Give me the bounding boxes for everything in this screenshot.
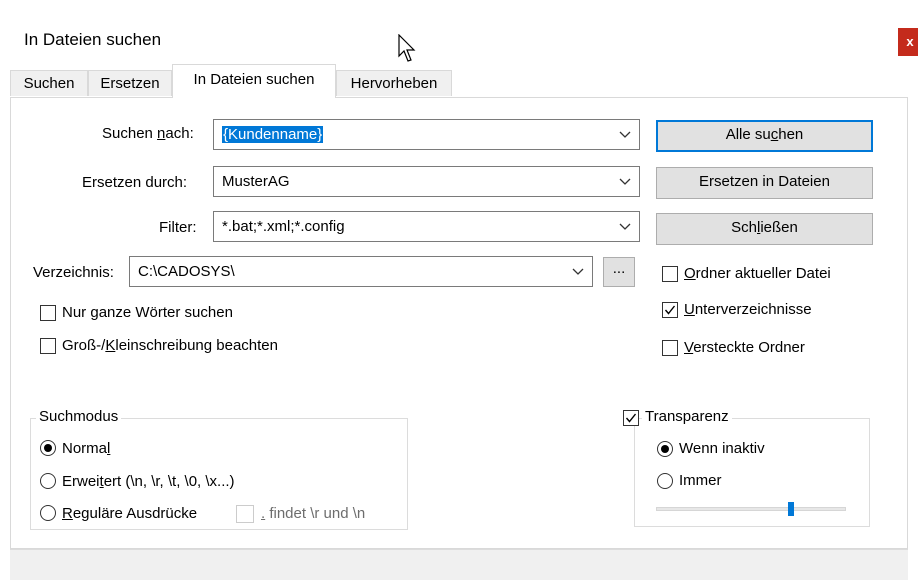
directory-value: C:\CADOSYS\: [138, 263, 235, 280]
tab-suchen[interactable]: Suchen: [10, 70, 88, 96]
search-label: Suchen nach:: [102, 125, 194, 142]
whole-words-label: Nur ganze Wörter suchen: [62, 304, 233, 321]
match-case-label: Groß-/Kleinschreibung beachten: [62, 337, 278, 354]
replace-in-files-button[interactable]: Ersetzen in Dateien: [656, 167, 873, 199]
status-area: [10, 549, 908, 580]
filter-label: Filter:: [159, 219, 197, 236]
transparency-checkbox[interactable]: [623, 410, 639, 426]
chevron-down-icon[interactable]: [617, 173, 633, 189]
filter-input[interactable]: *.bat;*.xml;*.config: [213, 211, 640, 242]
search-mode-title: Suchmodus: [36, 408, 122, 425]
extended-radio[interactable]: [40, 473, 56, 489]
radio-dot-icon: [661, 445, 669, 453]
whole-words-checkbox[interactable]: [40, 305, 56, 321]
normal-label: Normal: [62, 440, 111, 457]
regex-radio[interactable]: [40, 505, 56, 521]
current-folder-label: Ordner aktueller Datei: [684, 265, 831, 282]
chevron-down-icon[interactable]: [617, 218, 633, 234]
match-case-checkbox[interactable]: [40, 338, 56, 354]
current-folder-checkbox[interactable]: [662, 266, 678, 282]
regex-label: Reguläre Ausdrücke: [62, 505, 198, 522]
search-input[interactable]: {Kundenname}: [213, 119, 640, 150]
search-value: {Kundenname}: [222, 126, 324, 143]
mouse-cursor-icon: [398, 33, 420, 68]
chevron-down-icon[interactable]: [570, 263, 586, 279]
window-title: In Dateien suchen: [24, 30, 162, 49]
tab-hervorheben[interactable]: Hervorheben: [336, 70, 452, 96]
find-all-button[interactable]: Alle suchen: [656, 120, 873, 152]
close-button[interactable]: Schließen: [656, 213, 873, 245]
close-window-button[interactable]: x: [898, 28, 918, 56]
browse-button[interactable]: ...: [603, 257, 635, 287]
replace-input[interactable]: MusterAG: [213, 166, 640, 197]
replace-value: MusterAG: [222, 173, 290, 190]
checkmark-icon: [625, 413, 637, 423]
replace-label: Ersetzen durch:: [82, 174, 188, 191]
tab-in-dateien-suchen[interactable]: In Dateien suchen: [172, 64, 336, 98]
dot-matches-newline-checkbox[interactable]: [236, 505, 254, 523]
transparency-slider[interactable]: [656, 507, 846, 511]
chevron-down-icon[interactable]: [617, 126, 633, 142]
dot-matches-newline-label: . findet \r und \n: [261, 505, 366, 522]
tab-ersetzen[interactable]: Ersetzen: [88, 70, 172, 96]
directory-label: Verzeichnis:: [33, 264, 114, 281]
checkmark-icon: [664, 305, 676, 315]
subdirectories-checkbox[interactable]: [662, 302, 678, 318]
always-radio[interactable]: [657, 473, 673, 489]
hidden-folders-checkbox[interactable]: [662, 340, 678, 356]
radio-dot-icon: [44, 444, 52, 452]
when-inactive-radio[interactable]: [657, 441, 673, 457]
filter-value: *.bat;*.xml;*.config: [222, 218, 345, 235]
hidden-folders-label: Versteckte Ordner: [684, 339, 805, 356]
transparency-title: Transparenz: [642, 408, 732, 425]
directory-input[interactable]: C:\CADOSYS\: [129, 256, 593, 287]
always-label: Immer: [679, 472, 722, 489]
normal-radio[interactable]: [40, 440, 56, 456]
when-inactive-label: Wenn inaktiv: [679, 440, 765, 457]
subdirectories-label: Unterverzeichnisse: [684, 301, 812, 318]
transparency-slider-thumb[interactable]: [788, 502, 795, 516]
extended-label: Erweitert (\n, \r, \t, \0, \x...): [62, 473, 235, 490]
